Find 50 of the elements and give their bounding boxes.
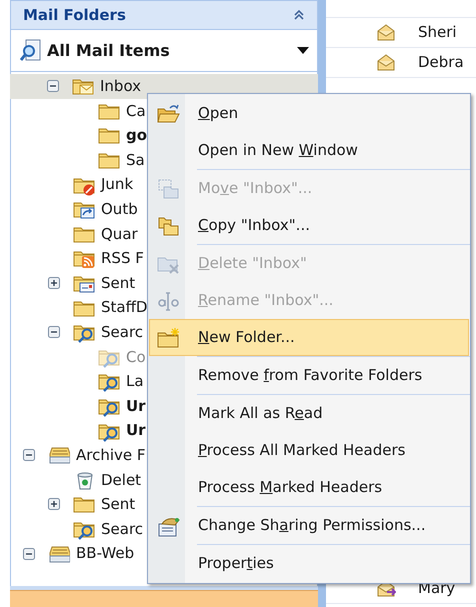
folder-label[interactable]: Archive F	[76, 444, 146, 466]
view-label: All Mail Items	[47, 40, 171, 62]
collapse-toggle-icon[interactable]	[48, 326, 60, 338]
menu-item[interactable]: Open in New Window	[149, 132, 469, 169]
collapse-toggle-icon[interactable]	[23, 548, 35, 560]
sender-name: Sheri	[418, 22, 457, 44]
folder-label[interactable]: Searc	[101, 320, 144, 344]
open-folder-icon	[156, 102, 180, 124]
folder-label[interactable]: Sent	[101, 493, 136, 516]
collapse-icon[interactable]	[293, 9, 305, 21]
collapse-toggle-icon[interactable]	[23, 449, 35, 462]
folder-label[interactable]: RSS F	[101, 247, 144, 270]
read-message-icon	[376, 53, 396, 72]
menu-item[interactable]: Remove from Favorite Folders	[149, 357, 469, 394]
folder-label[interactable]: Delet	[101, 468, 142, 492]
expand-toggle-icon[interactable]	[48, 498, 60, 510]
menu-item[interactable]: Change Sharing Permissions...	[149, 507, 469, 544]
folder-label[interactable]: Quar	[101, 222, 138, 246]
folder-label[interactable]: Ca	[126, 100, 146, 122]
folder-label[interactable]: BB-Web	[76, 542, 134, 565]
collapse-toggle-icon[interactable]	[47, 80, 59, 92]
menu-item[interactable]: Process All Marked Headers	[149, 432, 469, 469]
search-folder-icon	[19, 38, 43, 64]
new-folder-icon	[156, 326, 180, 348]
folder-label[interactable]: Outb	[101, 198, 138, 221]
menu-item[interactable]: New Folder...	[149, 319, 469, 356]
copy-folders-icon	[156, 214, 180, 236]
folder-label[interactable]: Inbox	[100, 75, 142, 98]
sender-name: Debra	[418, 52, 464, 74]
folder-label[interactable]: Sa	[126, 148, 145, 172]
menu-item[interactable]: Copy "Inbox"...	[149, 207, 469, 244]
folder-label[interactable]: Ur	[126, 394, 146, 418]
dropdown-arrow-icon	[297, 47, 309, 54]
menu-item[interactable]: Mark All as Read	[149, 395, 469, 432]
menu-item[interactable]: Open	[149, 95, 469, 132]
menu-item[interactable]: Process Marked Headers	[149, 469, 469, 506]
menu-item[interactable]: Properties	[149, 545, 469, 582]
folder-label[interactable]: Sent	[101, 272, 136, 294]
folder-label[interactable]: Ur	[126, 419, 146, 442]
pane-title: Mail Folders	[23, 4, 126, 26]
copy-folders-icon	[156, 178, 180, 200]
folder-label[interactable]: La	[126, 370, 144, 393]
read-message-icon	[376, 23, 396, 42]
rename-icon	[156, 290, 180, 312]
folder-label[interactable]: Junk	[101, 173, 134, 196]
folder-label[interactable]: go	[126, 124, 148, 147]
folder-label[interactable]: StaffD	[101, 296, 148, 319]
folder-label[interactable]: Searc	[101, 518, 144, 540]
expand-toggle-icon[interactable]	[48, 277, 60, 290]
view-dropdown[interactable]: All Mail Items	[10, 30, 318, 72]
